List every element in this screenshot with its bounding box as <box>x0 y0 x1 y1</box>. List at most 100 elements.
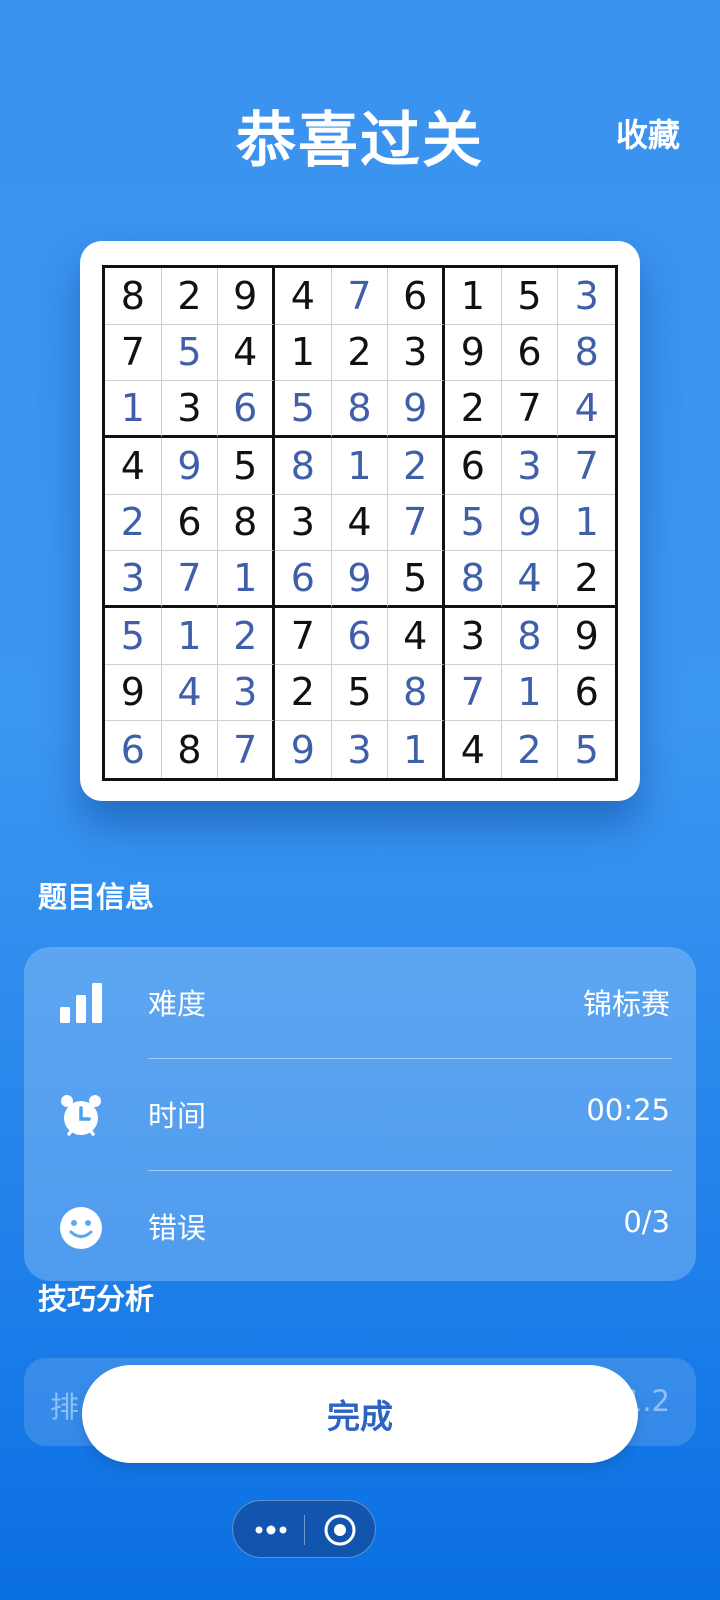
info-section-title: 题目信息 <box>38 880 155 914</box>
sudoku-cell: 8 <box>275 438 332 495</box>
difficulty-row: 难度 锦标赛 <box>24 947 696 1059</box>
sudoku-cell: 1 <box>501 664 559 722</box>
errors-label: 错误 <box>148 1211 207 1245</box>
sudoku-cell: 5 <box>105 608 162 665</box>
sudoku-cell: 9 <box>218 268 275 325</box>
sudoku-cell: 6 <box>218 381 275 438</box>
mini-program-capsule <box>232 1500 376 1558</box>
sudoku-cell: 6 <box>275 551 332 608</box>
target-circle-icon[interactable] <box>323 1513 357 1547</box>
sudoku-cell: 7 <box>445 664 502 722</box>
sudoku-cell: 5 <box>218 438 275 495</box>
sudoku-cell: 7 <box>105 324 162 382</box>
sudoku-cell: 5 <box>445 494 502 552</box>
sudoku-cell: 7 <box>331 268 389 325</box>
sudoku-cell: 2 <box>275 664 332 722</box>
sudoku-cell: 9 <box>501 494 559 552</box>
sudoku-cell: 8 <box>388 664 445 722</box>
alarm-clock-icon <box>61 1095 101 1136</box>
sudoku-cell: 9 <box>161 438 219 495</box>
sudoku-cell: 7 <box>218 721 275 778</box>
sudoku-cell: 1 <box>161 608 219 665</box>
sudoku-cell: 8 <box>501 608 559 665</box>
sudoku-cell: 2 <box>502 721 559 778</box>
sudoku-cell: 9 <box>275 721 332 778</box>
sudoku-cell: 4 <box>558 381 615 438</box>
sudoku-board-card: 8294761537541239681365892744958126372683… <box>80 241 640 801</box>
sudoku-cell: 4 <box>501 551 559 608</box>
sudoku-cell: 8 <box>105 268 162 325</box>
sudoku-cell: 5 <box>501 268 559 325</box>
sudoku-cell: 3 <box>558 268 615 325</box>
sudoku-cell: 7 <box>558 438 615 495</box>
time-row: 时间 00:25 <box>24 1059 696 1171</box>
difficulty-label: 难度 <box>148 987 207 1021</box>
sudoku-cell: 7 <box>501 381 559 438</box>
sudoku-cell: 5 <box>574 727 599 772</box>
page-title: 恭喜过关 <box>236 106 484 176</box>
sudoku-cell: 4 <box>105 438 162 495</box>
sudoku-cell: 3 <box>161 381 219 438</box>
sudoku-cell: 3 <box>332 721 389 778</box>
sudoku-cell: 9 <box>105 664 162 722</box>
sudoku-cell: 1 <box>388 721 445 778</box>
sudoku-cell: 4 <box>331 494 389 552</box>
sudoku-cell: 8 <box>331 381 389 438</box>
sudoku-cell: 5 <box>331 664 389 722</box>
sudoku-cell: 8 <box>218 494 275 552</box>
sudoku-cell: 5 <box>388 551 445 608</box>
sudoku-cell: 5 <box>161 324 219 382</box>
sudoku-cell: 4 <box>388 608 445 665</box>
sudoku-cell: 1 <box>445 268 502 325</box>
sudoku-cell: 7 <box>161 551 219 608</box>
favorite-button[interactable]: 收藏 <box>616 110 680 156</box>
sudoku-cell: 4 <box>445 721 502 778</box>
sudoku-cell: 3 <box>275 494 332 552</box>
sudoku-cell: 2 <box>331 324 389 382</box>
sudoku-cell: 7 <box>388 494 445 552</box>
sudoku-cell: 2 <box>445 381 502 438</box>
capsule-divider <box>304 1515 305 1545</box>
sudoku-cell: 4 <box>275 268 332 325</box>
bar-chart-icon <box>60 983 102 1023</box>
sudoku-cell: 2 <box>161 268 219 325</box>
smiley-icon <box>60 1207 102 1249</box>
sudoku-cell: 9 <box>445 324 502 382</box>
difficulty-value: 锦标赛 <box>582 987 670 1021</box>
sudoku-cell: 7 <box>275 608 332 665</box>
done-button[interactable]: 完成 <box>82 1365 638 1463</box>
more-dots-icon[interactable] <box>251 1515 291 1545</box>
sudoku-cell: 3 <box>445 608 502 665</box>
sudoku-cell: 3 <box>501 438 559 495</box>
sudoku-cell: 2 <box>105 494 162 552</box>
sudoku-cell: 8 <box>558 325 615 382</box>
sudoku-cell: 3 <box>105 551 162 608</box>
sudoku-cell: 6 <box>105 721 162 778</box>
time-label: 时间 <box>148 1099 207 1133</box>
info-card: 难度 锦标赛 时间 00:25 错误 0/3 <box>24 947 696 1281</box>
sudoku-cell: 3 <box>388 324 445 382</box>
sudoku-cell: 1 <box>275 324 332 382</box>
sudoku-cell: 6 <box>388 268 445 325</box>
sudoku-cell: 5 <box>275 381 332 438</box>
errors-value: 0/3 <box>623 1205 670 1239</box>
analysis-label: 排 <box>50 1390 80 1424</box>
sudoku-cell: 2 <box>218 608 275 665</box>
sudoku-cell: 3 <box>218 664 275 722</box>
sudoku-cell: 8 <box>162 721 219 778</box>
sudoku-cell: 8 <box>445 551 502 608</box>
sudoku-cell: 2 <box>558 551 615 608</box>
sudoku-cell: 6 <box>558 665 615 722</box>
time-value: 00:25 <box>586 1093 670 1127</box>
sudoku-cell: 1 <box>331 438 389 495</box>
sudoku-cell: 6 <box>501 324 559 382</box>
sudoku-cell: 4 <box>161 664 219 722</box>
errors-row: 错误 0/3 <box>24 1171 696 1283</box>
analysis-section-title: 技巧分析 <box>38 1282 155 1316</box>
sudoku-cell: 6 <box>331 608 389 665</box>
sudoku-cell: 1 <box>105 381 162 438</box>
sudoku-cell: 1 <box>218 551 275 608</box>
sudoku-cell: 9 <box>388 381 445 438</box>
sudoku-cell: 6 <box>161 494 219 552</box>
sudoku-cell: 4 <box>218 324 275 382</box>
